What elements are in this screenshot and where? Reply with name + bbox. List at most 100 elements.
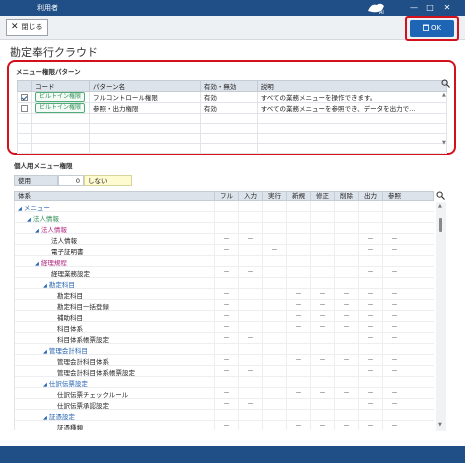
permission-cell-edit[interactable]: － [310, 289, 334, 300]
permission-cell-full[interactable]: － [214, 234, 238, 245]
permission-cell-exec[interactable] [262, 201, 286, 212]
tree-row[interactable]: 証憑種類－－－－－－ [15, 421, 434, 430]
permission-cell-full[interactable]: － [214, 388, 238, 399]
permission-cell-view[interactable] [382, 377, 406, 388]
permission-cell-view[interactable] [382, 212, 406, 223]
permission-cell-edit[interactable] [310, 267, 334, 278]
permission-cell-edit[interactable] [310, 278, 334, 289]
permission-cell-new[interactable] [286, 256, 310, 267]
tree-row[interactable]: ◢ 法人情報 [15, 223, 434, 234]
permission-cell-output[interactable]: － [358, 245, 382, 256]
permission-cell-exec[interactable] [262, 421, 286, 430]
permission-cell-full[interactable]: － [214, 333, 238, 344]
ok-button[interactable]: OK [410, 20, 454, 37]
permission-cell-new[interactable] [286, 234, 310, 245]
permission-cell-view[interactable] [382, 278, 406, 289]
permission-cell-output[interactable] [358, 256, 382, 267]
permission-cell-new[interactable]: － [286, 322, 310, 333]
permission-cell-output[interactable] [358, 212, 382, 223]
permission-cell-input[interactable] [238, 212, 262, 223]
permission-cell-input[interactable]: － [238, 399, 262, 410]
tree-row[interactable]: 管理会計科目体系－－－－－－ [15, 355, 434, 366]
permission-cell-input[interactable] [238, 300, 262, 311]
tree-row[interactable]: ◢ メニュー [15, 201, 434, 212]
permission-cell-edit[interactable]: － [310, 421, 334, 430]
permission-cell-input[interactable] [238, 344, 262, 355]
permission-cell-input[interactable] [238, 355, 262, 366]
permission-cell-new[interactable] [286, 399, 310, 410]
tree-row[interactable]: 電子証明書－－－－ [15, 245, 434, 256]
permission-cell-view[interactable]: － [382, 399, 406, 410]
permission-cell-edit[interactable] [310, 377, 334, 388]
permission-cell-edit[interactable] [310, 245, 334, 256]
tree-row[interactable]: ◢ 仕訳伝票設定 [15, 377, 434, 388]
permission-cell-view[interactable]: － [382, 333, 406, 344]
permission-cell-view[interactable] [382, 344, 406, 355]
permission-cell-full[interactable] [214, 344, 238, 355]
permission-cell-exec[interactable] [262, 278, 286, 289]
permission-cell-delete[interactable] [334, 256, 358, 267]
scroll-down-icon[interactable]: ▼ [438, 422, 442, 428]
permission-cell-input[interactable] [238, 245, 262, 256]
search-icon[interactable] [441, 79, 450, 88]
permission-cell-new[interactable] [286, 245, 310, 256]
table-row[interactable]: ビルトイン権限 フルコントロール権限 有効 すべての業務メニューを操作できます。 [17, 91, 448, 103]
permission-cell-input[interactable]: － [238, 366, 262, 377]
permission-cell-output[interactable]: － [358, 421, 382, 430]
column-header-code[interactable]: コード [31, 80, 90, 92]
permission-cell-output[interactable]: － [358, 322, 382, 333]
tree-row[interactable]: 科目体系－－－－－－ [15, 322, 434, 333]
permission-cell-output[interactable]: － [358, 388, 382, 399]
row-checkbox[interactable] [21, 93, 28, 101]
permission-cell-full[interactable] [214, 256, 238, 267]
permission-cell-exec[interactable] [262, 333, 286, 344]
permission-cell-delete[interactable] [334, 245, 358, 256]
permission-cell-full[interactable]: － [214, 366, 238, 377]
permission-cell-delete[interactable] [334, 399, 358, 410]
permission-cell-view[interactable] [382, 256, 406, 267]
permission-cell-full[interactable]: － [214, 355, 238, 366]
permission-cell-new[interactable]: － [286, 421, 310, 430]
permission-cell-delete[interactable] [334, 410, 358, 421]
permission-cell-full[interactable]: － [214, 245, 238, 256]
permission-cell-full[interactable]: － [214, 311, 238, 322]
tree-row[interactable]: ◢ 勘定科目 [15, 278, 434, 289]
permission-cell-edit[interactable]: － [310, 311, 334, 322]
permission-cell-new[interactable]: － [286, 355, 310, 366]
permission-cell-input[interactable] [238, 201, 262, 212]
tree-row[interactable]: ◢ 証憑設定 [15, 410, 434, 421]
permission-cell-view[interactable]: － [382, 300, 406, 311]
permission-cell-new[interactable] [286, 410, 310, 421]
permission-cell-delete[interactable]: － [334, 421, 358, 430]
permission-cell-view[interactable] [382, 223, 406, 234]
permission-cell-input[interactable] [238, 289, 262, 300]
permission-cell-delete[interactable]: － [334, 355, 358, 366]
permission-cell-edit[interactable]: － [310, 388, 334, 399]
permission-cell-input[interactable]: － [238, 333, 262, 344]
permission-cell-new[interactable] [286, 366, 310, 377]
permission-cell-new[interactable] [286, 212, 310, 223]
permission-cell-input[interactable] [238, 256, 262, 267]
permission-cell-input[interactable] [238, 421, 262, 430]
permission-cell-output[interactable] [358, 344, 382, 355]
permission-cell-delete[interactable]: － [334, 322, 358, 333]
permission-cell-edit[interactable] [310, 256, 334, 267]
permission-cell-exec[interactable] [262, 267, 286, 278]
permission-cell-full[interactable] [214, 212, 238, 223]
permission-cell-delete[interactable]: － [334, 388, 358, 399]
permission-cell-new[interactable]: － [286, 311, 310, 322]
permission-cell-full[interactable]: － [214, 322, 238, 333]
permission-cell-full[interactable]: － [214, 300, 238, 311]
permission-cell-delete[interactable]: － [334, 300, 358, 311]
permission-cell-output[interactable] [358, 278, 382, 289]
permission-cell-delete[interactable] [334, 344, 358, 355]
permission-cell-exec[interactable] [262, 256, 286, 267]
tree-row[interactable]: 仕訳伝票チェックルール－－－－－－ [15, 388, 434, 399]
permission-cell-new[interactable] [286, 333, 310, 344]
permission-cell-view[interactable]: － [382, 289, 406, 300]
permission-cell-input[interactable] [238, 311, 262, 322]
permission-cell-view[interactable] [382, 201, 406, 212]
table-row[interactable]: ビルトイン権限 参照・出力権限 有効 すべての業務メニューを参照でき、データを出… [17, 102, 448, 114]
column-header-pattern-name[interactable]: パターン名 [88, 80, 201, 92]
permission-cell-exec[interactable] [262, 223, 286, 234]
